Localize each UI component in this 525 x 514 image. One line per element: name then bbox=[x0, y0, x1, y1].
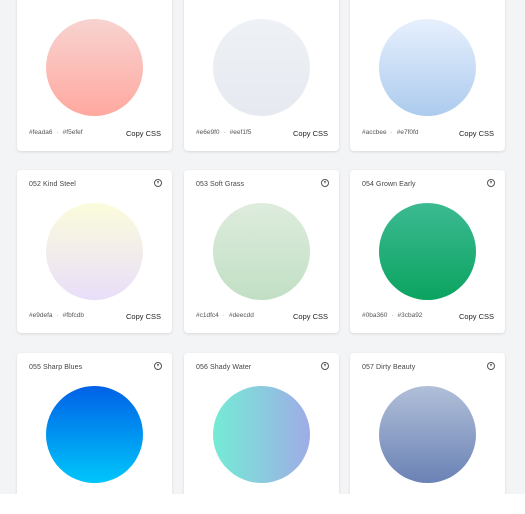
gradient-swatch[interactable] bbox=[46, 19, 143, 116]
copy-css-button[interactable]: Copy CSS bbox=[459, 312, 494, 321]
hex-start: #feada6 bbox=[29, 129, 53, 136]
gradient-swatch[interactable] bbox=[213, 203, 310, 300]
color-codes: #accbee · #e7f0fd bbox=[362, 129, 419, 136]
copy-css-button[interactable]: Copy CSS bbox=[293, 312, 328, 321]
page-footer-area bbox=[0, 494, 525, 514]
gradient-gallery: #feada6 · #f5efef Copy CSS #e6e9f0 · #eef1f5… bbox=[0, 0, 525, 514]
hex-start: #accbee bbox=[362, 129, 387, 136]
gradient-title: 053 Soft Grass bbox=[196, 181, 245, 188]
copy-css-button[interactable]: Copy CSS bbox=[459, 129, 494, 138]
gradient-card: #accbee · #e7f0fd Copy CSS bbox=[350, 0, 505, 151]
download-icon[interactable] bbox=[321, 179, 329, 187]
gradient-card: 052 Kind Steel #e9defa · #fbfcdb Copy CSS bbox=[17, 170, 172, 333]
download-icon[interactable] bbox=[487, 179, 495, 187]
hex-end: #f5efef bbox=[62, 129, 83, 136]
gradient-card: 055 Sharp Blues bbox=[17, 353, 172, 503]
download-icon[interactable] bbox=[487, 362, 495, 370]
gradient-title: 057 Dirty Beauty bbox=[362, 364, 416, 371]
gradient-card: 057 Dirty Beauty bbox=[350, 353, 505, 503]
gradient-title: 054 Grown Early bbox=[362, 181, 416, 188]
gradient-title: 052 Kind Steel bbox=[29, 181, 76, 188]
color-codes: #c1dfc4 · #deecdd bbox=[196, 312, 254, 319]
gradient-card: 056 Shady Water bbox=[184, 353, 339, 503]
hex-end: #deecdd bbox=[228, 312, 254, 319]
gradient-swatch[interactable] bbox=[379, 19, 476, 116]
hex-start: #c1dfc4 bbox=[196, 312, 219, 319]
color-codes: #feada6 · #f5efef bbox=[29, 129, 83, 136]
hex-end: #fbfcdb bbox=[62, 312, 84, 319]
gradient-card: #e6e9f0 · #eef1f5 Copy CSS bbox=[184, 0, 339, 151]
color-codes: #0ba360 · #3cba92 bbox=[362, 312, 423, 319]
color-codes: #e6e9f0 · #eef1f5 bbox=[196, 129, 252, 136]
gradient-swatch[interactable] bbox=[213, 386, 310, 483]
gradient-swatch[interactable] bbox=[213, 19, 310, 116]
gradient-swatch[interactable] bbox=[46, 386, 143, 483]
download-icon[interactable] bbox=[154, 179, 162, 187]
hex-start: #e6e9f0 bbox=[196, 129, 220, 136]
gradient-title: 056 Shady Water bbox=[196, 364, 252, 371]
gradient-title: 055 Sharp Blues bbox=[29, 364, 83, 371]
gradient-card: 054 Grown Early #0ba360 · #3cba92 Copy CSS bbox=[350, 170, 505, 333]
hex-end: #eef1f5 bbox=[229, 129, 252, 136]
gradient-swatch[interactable] bbox=[379, 203, 476, 300]
gradient-swatch[interactable] bbox=[379, 386, 476, 483]
gradient-card: 053 Soft Grass #c1dfc4 · #deecdd Copy CSS bbox=[184, 170, 339, 333]
gradient-card: #feada6 · #f5efef Copy CSS bbox=[17, 0, 172, 151]
copy-css-button[interactable]: Copy CSS bbox=[293, 129, 328, 138]
download-icon[interactable] bbox=[154, 362, 162, 370]
download-icon[interactable] bbox=[321, 362, 329, 370]
hex-start: #e9defa bbox=[29, 312, 53, 319]
hex-start: #0ba360 bbox=[362, 312, 388, 319]
color-codes: #e9defa · #fbfcdb bbox=[29, 312, 84, 319]
hex-end: #e7f0fd bbox=[396, 129, 419, 136]
hex-end: #3cba92 bbox=[397, 312, 423, 319]
gradient-swatch[interactable] bbox=[46, 203, 143, 300]
copy-css-button[interactable]: Copy CSS bbox=[126, 312, 161, 321]
copy-css-button[interactable]: Copy CSS bbox=[126, 129, 161, 138]
